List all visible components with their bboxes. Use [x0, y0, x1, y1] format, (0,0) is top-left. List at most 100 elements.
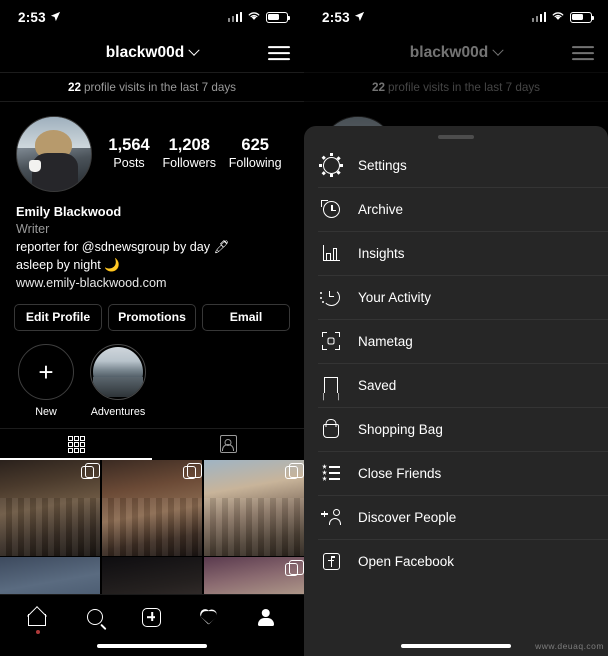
- gear-icon: [318, 152, 344, 178]
- drag-handle[interactable]: [438, 135, 474, 139]
- username-label: blackw00d: [105, 44, 185, 61]
- hamburger-menu-icon-right[interactable]: [572, 46, 594, 60]
- menu-item-open-facebook[interactable]: Open Facebook: [304, 539, 608, 583]
- nav-profile[interactable]: [249, 602, 283, 632]
- followers-label: Followers: [162, 156, 216, 171]
- profile-visits-text: profile visits in the last 7 days: [84, 80, 237, 94]
- menu-item-your-activity[interactable]: Your Activity: [304, 275, 608, 319]
- close-friends-list-icon: [318, 460, 344, 486]
- grid-post-2[interactable]: [101, 459, 203, 556]
- profile-header: blackw00d: [0, 34, 304, 72]
- menu-item-shopping-bag[interactable]: Shopping Bag: [304, 407, 608, 451]
- menu-item-settings[interactable]: Settings: [304, 143, 608, 187]
- menu-item-saved[interactable]: Saved: [304, 363, 608, 407]
- status-bar-right: 2:53: [304, 0, 608, 34]
- status-time-right: 2:53: [322, 9, 350, 25]
- menu-label-insights: Insights: [358, 245, 405, 261]
- home-indicator: [97, 643, 207, 648]
- avatar[interactable]: [16, 116, 92, 192]
- wifi-icon: [551, 8, 565, 26]
- profile-visits-count-right: 22: [371, 80, 385, 94]
- grid-post-3[interactable]: [203, 459, 304, 556]
- bio-line-1: reporter for @sdnewsgroup by day 🖊: [16, 240, 230, 255]
- status-indicators: [227, 8, 291, 26]
- home-icon: [28, 608, 48, 626]
- menu-item-nametag[interactable]: Nametag: [304, 319, 608, 363]
- shopping-bag-icon: [318, 416, 344, 442]
- profile-stats: 1,564 Posts 1,208 Followers 625 Followin…: [92, 136, 288, 171]
- search-icon: [87, 609, 104, 625]
- following-label: Following: [228, 156, 282, 171]
- multi-post-icon: [81, 462, 100, 479]
- profile-visits-banner[interactable]: 22 profile visits in the last 7 days: [0, 72, 304, 102]
- multi-post-icon: [285, 560, 304, 577]
- location-arrow-icon: [50, 10, 61, 25]
- status-time-group: 2:53: [18, 10, 61, 25]
- grid-icon: [67, 435, 85, 453]
- status-time: 2:53: [18, 9, 46, 25]
- followers-count: 1,208: [168, 136, 210, 155]
- menu-label-discover-people: Discover People: [358, 509, 457, 525]
- promotions-button[interactable]: Promotions: [108, 303, 196, 331]
- profile-tabs: [0, 427, 304, 460]
- highlight-new[interactable]: + New: [18, 343, 74, 418]
- multi-post-icon: [183, 462, 202, 479]
- adventures-highlight-ring: [90, 343, 146, 400]
- heart-icon: [199, 609, 218, 626]
- profile-category: Writer: [16, 222, 50, 237]
- menu-item-archive[interactable]: Archive: [304, 187, 608, 231]
- hamburger-menu-icon[interactable]: [268, 46, 290, 60]
- menu-label-close-friends: Close Friends: [358, 465, 442, 481]
- new-highlight-ring: +: [18, 343, 74, 400]
- menu-item-discover-people[interactable]: Discover People: [304, 495, 608, 539]
- menu-item-close-friends[interactable]: Close Friends: [304, 451, 608, 495]
- display-name: Emily Blackwood: [16, 204, 122, 219]
- wifi-icon: [247, 8, 261, 26]
- username-dropdown-right[interactable]: blackw00d: [409, 44, 504, 62]
- menu-label-your-activity: Your Activity: [358, 289, 432, 305]
- username-label-right: blackw00d: [409, 44, 489, 61]
- edit-profile-button[interactable]: Edit Profile: [14, 303, 102, 331]
- tab-tagged[interactable]: [152, 429, 304, 460]
- profile-menu-screen: 2:53 blackw00d 22 profile visits in the …: [304, 0, 608, 656]
- your-activity-clock-icon: [318, 284, 344, 310]
- plus-square-icon: [142, 607, 162, 627]
- nav-create[interactable]: [135, 602, 169, 632]
- home-indicator-right: [401, 643, 511, 648]
- profile-menu-sheet: Settings Archive Insights Your Activity: [304, 126, 608, 656]
- nav-activity[interactable]: [192, 602, 226, 632]
- menu-label-archive: Archive: [358, 201, 404, 217]
- location-arrow-icon: [354, 10, 365, 25]
- highlight-label-adventures: Adventures: [90, 405, 146, 418]
- menu-label-open-facebook: Open Facebook: [358, 553, 455, 569]
- profile-visits-banner-right: 22 profile visits in the last 7 days: [304, 72, 608, 102]
- nav-search[interactable]: [78, 602, 112, 632]
- highlight-adventures[interactable]: Adventures: [90, 343, 146, 418]
- menu-item-insights[interactable]: Insights: [304, 231, 608, 275]
- highlight-thumbnail: [93, 346, 143, 397]
- bio-line-2: asleep by night 🌙: [16, 257, 120, 272]
- stat-posts[interactable]: 1,564 Posts: [108, 136, 149, 171]
- discover-people-icon: [318, 504, 344, 530]
- email-button[interactable]: Email: [202, 303, 290, 331]
- status-bar: 2:53: [0, 0, 304, 34]
- person-icon: [257, 609, 274, 626]
- profile-website-link[interactable]: www.emily-blackwood.com: [16, 275, 288, 293]
- menu-list: Settings Archive Insights Your Activity: [304, 143, 608, 644]
- username-dropdown[interactable]: blackw00d: [105, 44, 200, 62]
- following-count: 625: [241, 136, 269, 155]
- facebook-icon: [318, 548, 344, 574]
- profile-header-right: blackw00d: [304, 34, 608, 72]
- profile-visits-count: 22: [67, 80, 81, 94]
- profile-screen: 2:53 blackw00d 22 profile visits in the …: [0, 0, 304, 656]
- grid-post-1[interactable]: [0, 459, 101, 556]
- battery-icon: [266, 11, 291, 23]
- tab-grid[interactable]: [0, 429, 152, 460]
- menu-label-nametag: Nametag: [358, 333, 413, 349]
- stat-followers[interactable]: 1,208 Followers: [162, 136, 216, 171]
- nav-home[interactable]: [21, 602, 55, 634]
- bookmark-icon: [318, 372, 344, 398]
- archive-clock-icon: [318, 196, 344, 222]
- stat-following[interactable]: 625 Following: [229, 136, 282, 171]
- cellular-signal-icon: [227, 12, 242, 22]
